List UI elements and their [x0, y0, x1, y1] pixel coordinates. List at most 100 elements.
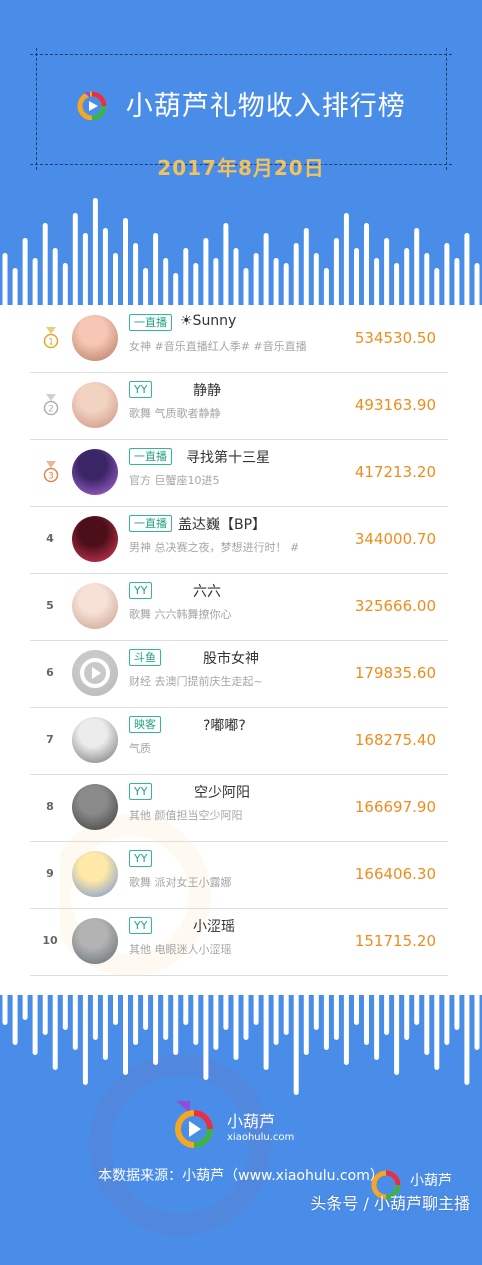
- wave-bar: [474, 985, 480, 1050]
- streamer-tags: 男神 总决赛之夜，梦想进行时！ #: [129, 541, 300, 554]
- credit-brand: 小葫芦: [410, 1173, 452, 1189]
- streamer-name[interactable]: 股市女神: [203, 648, 259, 668]
- avatar[interactable]: [72, 717, 118, 763]
- avatar[interactable]: [72, 382, 118, 428]
- page-date: 2017年8月20日: [157, 156, 325, 180]
- wave-bar: [313, 253, 319, 308]
- wave-bar: [32, 258, 38, 308]
- wave-bar: [193, 263, 199, 308]
- platform-badge: 斗鱼: [129, 649, 161, 666]
- wave-bar: [464, 233, 470, 308]
- wave-bar: [343, 985, 349, 1065]
- wave-bar: [303, 228, 309, 308]
- wave-bar: [92, 985, 98, 1040]
- ranking-row[interactable]: 10 YY 小涩瑶 其他 电眼迷人小涩瑶 151715.20: [30, 908, 448, 976]
- ranking-row[interactable]: 1 一直播 ☀Sunny 女神 #音乐直播红人季# #音乐直播 534530.50: [30, 305, 448, 373]
- wave-bar: [384, 238, 390, 308]
- wave-bar: [223, 223, 229, 308]
- xiaohulu-logo-icon: [77, 91, 107, 120]
- wave-bar: [223, 985, 229, 1030]
- wave-bar: [102, 228, 108, 308]
- rank-number: 2: [48, 405, 54, 415]
- wave-bar: [394, 263, 400, 308]
- ranking-row[interactable]: 7 映客 ?嘟嘟? 气质 168275.40: [30, 707, 448, 775]
- rank-medal-icon: 2: [43, 394, 59, 416]
- ranking-row[interactable]: 9 YY 歌舞 派对女王小露娜 166406.30: [30, 841, 448, 909]
- rank-number: 9: [46, 867, 54, 880]
- footer-brand: 小葫芦: [227, 1112, 276, 1131]
- ranking-list: 1 一直播 ☀Sunny 女神 #音乐直播红人季# #音乐直播 534530.50 2 YY…: [0, 305, 482, 1236]
- wave-bar: [293, 243, 299, 308]
- wave-bar: [364, 223, 369, 308]
- streamer-name[interactable]: ☀Sunny: [180, 313, 236, 329]
- wave-bar: [424, 253, 430, 308]
- wave-bar: [454, 258, 460, 308]
- ranking-row[interactable]: 3 一直播 寻找第十三星 官方 巨蟹座10进5 417213.20: [30, 439, 448, 507]
- streamer-name[interactable]: 空少阿阳: [194, 782, 250, 802]
- wave-bar: [424, 985, 430, 1055]
- wave-bar: [123, 985, 128, 1075]
- income-score: 534530.50: [354, 329, 436, 347]
- wave-bar: [113, 253, 118, 308]
- avatar[interactable]: [72, 315, 118, 361]
- wave-bar: [163, 985, 169, 1040]
- streamer-tags: 其他 颜值担当空少阿阳: [129, 809, 243, 822]
- platform-badge: YY: [129, 850, 153, 867]
- avatar[interactable]: [72, 784, 118, 830]
- wave-bar: [434, 985, 440, 1070]
- streamer-name[interactable]: ?嘟嘟?: [203, 715, 246, 735]
- income-score: 166697.90: [354, 798, 436, 816]
- income-score: 151715.20: [354, 932, 436, 950]
- ranking-row[interactable]: 2 YY 静静 歌舞 气质歌者静静 493163.90: [30, 372, 448, 440]
- avatar[interactable]: [72, 650, 118, 696]
- wave-bar: [273, 258, 279, 308]
- wave-bar: [203, 238, 209, 308]
- wave-bar: [364, 985, 369, 1045]
- wave-bar: [343, 213, 349, 308]
- streamer-name[interactable]: 小涩瑶: [193, 916, 235, 936]
- platform-badge: 一直播: [129, 515, 172, 532]
- streamer-name[interactable]: 寻找第十三星: [186, 447, 270, 467]
- streamer-name[interactable]: 六六: [193, 581, 221, 601]
- wave-bar: [374, 985, 380, 1060]
- wave-bar: [243, 985, 249, 1040]
- wave-bar: [263, 233, 269, 308]
- wave-bar: [273, 985, 279, 1045]
- wave-bar: [354, 248, 359, 308]
- wave-bar: [72, 213, 78, 308]
- wave-bar: [233, 248, 239, 308]
- streamer-tags: 歌舞 派对女王小露娜: [129, 876, 232, 889]
- xiaohulu-logo-icon: [175, 1101, 213, 1148]
- ranking-row[interactable]: 5 YY 六六 歌舞 六六韩舞撩你心 325666.00: [30, 573, 448, 641]
- wave-bar: [283, 985, 289, 1035]
- streamer-name[interactable]: 盖达巍【BP】: [178, 514, 266, 534]
- wave-bar: [102, 985, 108, 1060]
- wave-bar: [42, 223, 48, 308]
- wave-bar: [173, 985, 179, 1055]
- income-score: 493163.90: [354, 396, 436, 414]
- rank-number: 8: [46, 800, 54, 813]
- streamer-name[interactable]: 静静: [193, 380, 221, 400]
- wave-bar: [404, 248, 410, 308]
- income-score: 325666.00: [354, 597, 436, 615]
- avatar[interactable]: [72, 449, 118, 495]
- avatar[interactable]: [72, 918, 118, 964]
- wave-bar: [414, 985, 420, 1025]
- wave-bar: [62, 263, 68, 308]
- wave-bar: [464, 985, 470, 1085]
- avatar[interactable]: [72, 516, 118, 562]
- wave-bar: [143, 268, 149, 308]
- wave-bar: [82, 233, 88, 308]
- ranking-row[interactable]: 8 YY 空少阿阳 其他 颜值担当空少阿阳 166697.90: [30, 774, 448, 842]
- wave-bar: [454, 985, 460, 1030]
- streamer-tags: 歌舞 六六韩舞撩你心: [129, 608, 232, 621]
- toutiao-credit: 头条号 / 小葫芦聊主播: [310, 1194, 470, 1213]
- wave-bar: [42, 985, 48, 1035]
- wave-bar: [414, 228, 420, 308]
- decorative-wave-top: [2, 198, 480, 308]
- ranking-row[interactable]: 4 一直播 盖达巍【BP】 男神 总决赛之夜，梦想进行时！ # 344000.70: [30, 506, 448, 574]
- avatar[interactable]: [72, 851, 118, 897]
- avatar[interactable]: [72, 583, 118, 629]
- ranking-row[interactable]: 6 斗鱼 股市女神 财经 去澳门提前庆生走起~ 179835.60: [30, 640, 448, 708]
- platform-badge: 一直播: [129, 448, 172, 465]
